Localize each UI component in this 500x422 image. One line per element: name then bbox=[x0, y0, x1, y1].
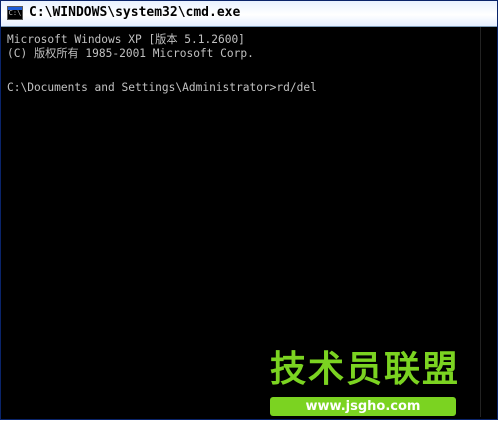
command-prompt-line: C:\Documents and Settings\Administrator>… bbox=[7, 81, 317, 94]
console-line: (C) 版权所有 1985-2001 Microsoft Corp. bbox=[7, 47, 254, 60]
watermark-url-badge: www.jsgho.com bbox=[270, 397, 456, 416]
vertical-scrollbar[interactable] bbox=[480, 27, 495, 417]
title-bar[interactable]: C:\ C:\WINDOWS\system32\cmd.exe bbox=[1, 1, 497, 27]
console-line: Microsoft Windows XP [版本 5.1.2600] bbox=[7, 33, 245, 46]
watermark-logo-text: 技术员联盟 bbox=[270, 349, 461, 390]
cmd-icon[interactable]: C:\ bbox=[7, 6, 23, 20]
window-title: C:\WINDOWS\system32\cmd.exe bbox=[29, 5, 241, 20]
